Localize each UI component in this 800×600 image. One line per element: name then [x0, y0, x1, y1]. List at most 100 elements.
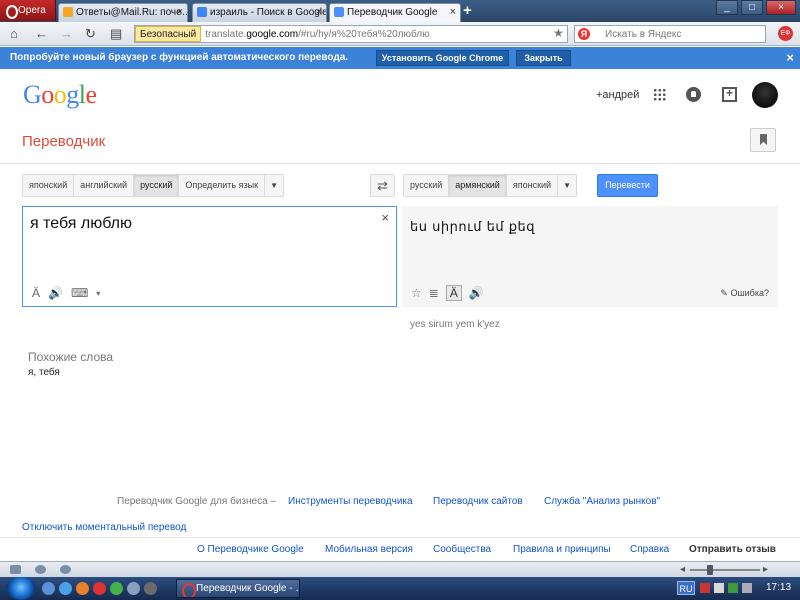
maximize-icon[interactable]: □	[741, 0, 763, 15]
notifications-icon[interactable]	[686, 87, 701, 102]
translate-button[interactable]: Перевести	[597, 174, 658, 197]
phrasebook-icon[interactable]	[750, 128, 776, 152]
chrome-quicklaunch-icon[interactable]	[110, 582, 123, 595]
chevron-down-icon[interactable]: ▼	[265, 175, 284, 196]
taskbar-opera-window[interactable]: Переводчик Google - …	[176, 579, 300, 598]
tray-icon[interactable]	[700, 583, 710, 593]
promo-close-button[interactable]: Закрыть	[516, 50, 571, 66]
chrome-promo-bar: Попробуйте новый браузер с функцией авто…	[0, 47, 800, 69]
disable-instant-link[interactable]: Отключить моментальный перевод	[22, 522, 186, 533]
chevron-down-icon[interactable]: ▼	[558, 175, 577, 196]
security-badge[interactable]: Безопасный	[135, 26, 202, 42]
panel-toggle-icon[interactable]	[10, 565, 21, 574]
tab-google-search[interactable]: израиль - Поиск в Google ×	[192, 3, 327, 22]
minimize-icon[interactable]: _	[716, 0, 738, 15]
transliteration-icon[interactable]: Ä	[32, 286, 40, 300]
start-button[interactable]	[6, 577, 36, 600]
tab-label: израиль - Поиск в Google	[210, 7, 327, 18]
network-icon[interactable]	[714, 583, 724, 593]
ie-icon[interactable]	[59, 582, 72, 595]
logo-letter: e	[85, 80, 98, 109]
home-icon[interactable]: ⌂	[10, 27, 18, 41]
chevron-down-icon[interactable]: ▾	[96, 289, 100, 298]
new-tab-button[interactable]: +	[463, 2, 472, 19]
footer-link-policies[interactable]: Правила и принципы	[513, 544, 611, 555]
target-lang-russian[interactable]: русский	[404, 175, 450, 196]
website-translator-link[interactable]: Переводчик сайтов	[433, 496, 523, 507]
extension-icon[interactable]: ЕФ	[778, 26, 793, 41]
tab-close-icon[interactable]: ×	[177, 6, 183, 18]
page-title[interactable]: Переводчик	[22, 133, 105, 150]
share-plus-icon[interactable]	[722, 86, 737, 102]
keyboard-icon[interactable]: ⌨	[71, 286, 88, 300]
search-placeholder: Искать в Яндекс	[605, 29, 682, 40]
zoom-out-icon[interactable]: ◂	[680, 564, 685, 575]
address-field[interactable]: Безопасный translate.google.com/#ru/hy/я%…	[134, 25, 568, 43]
footer-link-community[interactable]: Сообщества	[433, 544, 491, 555]
bookmark-star-icon[interactable]: ★	[553, 26, 564, 40]
listen-icon[interactable]: 🔊	[48, 286, 63, 300]
swap-languages-icon[interactable]: ⇄	[370, 174, 395, 197]
tray-icon[interactable]	[728, 583, 738, 593]
show-desktop-icon[interactable]	[42, 582, 55, 595]
clear-text-icon[interactable]: ×	[381, 210, 389, 225]
apps-grid-icon[interactable]	[653, 88, 666, 101]
volume-icon[interactable]	[742, 583, 752, 593]
footer-link-help[interactable]: Справка	[630, 544, 669, 555]
tab-close-icon[interactable]: ×	[450, 6, 456, 18]
source-text-input[interactable]: я тебя люблю × Ä 🔊 ⌨ ▾	[22, 206, 397, 307]
promo-dismiss-icon[interactable]: ×	[786, 50, 794, 65]
similar-words-heading: Похожие слова	[28, 350, 114, 364]
google-logo[interactable]: Google	[23, 80, 97, 110]
wrong-translation-link[interactable]: ✎ Ошибка?	[720, 288, 769, 299]
zoom-in-icon[interactable]: ▸	[763, 564, 768, 575]
close-window-icon[interactable]: ×	[766, 0, 796, 15]
zoom-slider-handle[interactable]	[707, 565, 713, 575]
cloud-icon[interactable]	[35, 565, 46, 574]
quicklaunch-icon[interactable]	[127, 582, 140, 595]
avatar[interactable]	[752, 82, 778, 108]
zoom-slider[interactable]	[690, 569, 760, 571]
source-lang-russian[interactable]: русский	[134, 175, 180, 196]
transliteration-icon[interactable]: Ä	[445, 285, 462, 301]
user-profile-link[interactable]: +андрей	[596, 89, 639, 101]
select-all-icon[interactable]: ≣	[429, 286, 439, 300]
source-lang-japanese[interactable]: японский	[23, 175, 75, 196]
opera-quicklaunch-icon[interactable]	[93, 582, 106, 595]
error-label: Ошибка?	[730, 288, 769, 298]
target-lang-armenian[interactable]: армянский	[449, 175, 507, 196]
language-indicator[interactable]: RU	[677, 581, 695, 595]
turbo-icon[interactable]	[60, 565, 71, 574]
source-language-bar: японский английский русский Определить я…	[22, 174, 285, 197]
forward-icon[interactable]: →	[60, 27, 73, 41]
footer-link-about[interactable]: О Переводчике Google	[197, 544, 304, 555]
taskbar-clock[interactable]: 17:13	[766, 582, 791, 593]
back-icon[interactable]: ←	[35, 27, 48, 41]
tab-label: Ответы@Mail.Ru: поче…	[76, 7, 188, 18]
translation-result-box: ես սիրում եմ քեզ ☆ ≣ Ä 🔊 ✎ Ошибка?	[402, 206, 778, 307]
translator-toolkit-link[interactable]: Инструменты переводчика	[288, 496, 413, 507]
similar-words-list: я, тебя	[28, 367, 60, 378]
detect-language[interactable]: Определить язык	[179, 175, 266, 196]
footer-link-mobile[interactable]: Мобильная версия	[325, 544, 413, 555]
translation-text[interactable]: ես սիրում եմ քեզ	[410, 220, 535, 235]
source-lang-english[interactable]: английский	[74, 175, 135, 196]
search-input[interactable]: Я Искать в Яндекс	[574, 25, 766, 43]
star-icon[interactable]: ☆	[411, 286, 422, 300]
market-analysis-link[interactable]: Служба "Анализ рынков"	[544, 496, 660, 507]
listen-icon[interactable]: 🔊	[469, 286, 484, 300]
opera-menu-button[interactable]: Opera	[0, 0, 56, 21]
quicklaunch-icon[interactable]	[144, 582, 157, 595]
logo-letter: g	[66, 80, 79, 109]
firefox-icon[interactable]	[76, 582, 89, 595]
target-lang-japanese[interactable]: японский	[506, 175, 559, 196]
tab-google-translate[interactable]: Переводчик Google ×	[329, 3, 461, 22]
tab-mail-ru[interactable]: Ответы@Mail.Ru: поче… ×	[58, 3, 188, 22]
speed-dial-icon[interactable]: ▤	[110, 27, 122, 41]
tab-close-icon[interactable]: ×	[316, 6, 322, 18]
reload-icon[interactable]: ↻	[85, 27, 96, 41]
send-feedback-link[interactable]: Отправить отзыв	[689, 544, 776, 555]
source-text[interactable]: я тебя люблю	[30, 215, 132, 233]
install-chrome-button[interactable]: Установить Google Chrome	[376, 50, 509, 66]
yandex-icon[interactable]: Я	[578, 28, 590, 40]
